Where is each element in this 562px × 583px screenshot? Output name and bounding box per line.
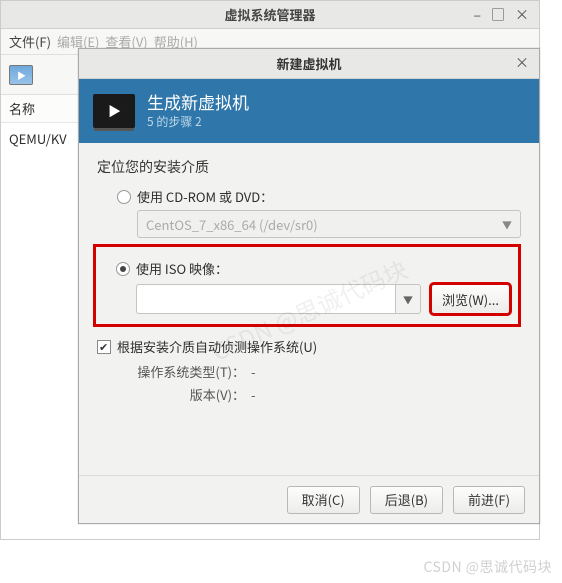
dialog-title: 新建虚拟机 (79, 54, 539, 73)
radio-iso-label: 使用 ISO 映像： (136, 259, 228, 278)
dialog-titlebar: 新建虚拟机 × (79, 49, 539, 79)
radio-cdrom-row[interactable]: 使用 CD-ROM 或 DVD： (117, 187, 521, 206)
section-label: 定位您的安装介质 (97, 157, 521, 177)
dialog-close-icon[interactable]: × (513, 53, 531, 71)
autodetect-row[interactable]: 根据安装介质自动侦测操作系统(U) (97, 337, 521, 356)
dialog-header-step: 5 的步骤 2 (147, 113, 249, 130)
dialog-header-text: 生成新虚拟机 5 的步骤 2 (147, 92, 249, 129)
chevron-down-icon[interactable]: ▼ (395, 284, 421, 314)
radio-cdrom-label: 使用 CD-ROM 或 DVD： (137, 187, 273, 206)
menu-file[interactable]: 文件(F) (9, 32, 51, 51)
back-button[interactable]: 后退(B) (370, 486, 443, 514)
cdrom-combo: CentOS_7_x86_64 (/dev/sr0) ▼ (137, 210, 521, 238)
autodetect-label: 根据安装介质自动侦测操作系统(U) (117, 337, 317, 356)
os-type-row: 操作系统类型(T)： - (121, 362, 521, 381)
version-label: 版本(V)： (121, 385, 251, 404)
iso-path-input[interactable] (136, 284, 395, 314)
os-type-label: 操作系统类型(T)： (121, 362, 251, 381)
main-window-title: 虚拟系统管理器 (1, 5, 539, 24)
cdrom-value: CentOS_7_x86_64 (/dev/sr0) (146, 215, 318, 234)
watermark: CSDN @思诚代码块 (423, 557, 552, 577)
radio-cdrom[interactable] (117, 190, 131, 204)
dialog-header: 生成新虚拟机 5 的步骤 2 (79, 79, 539, 143)
dialog-body: CSDN @思诚代码块 定位您的安装介质 使用 CD-ROM 或 DVD： Ce… (79, 143, 539, 475)
dialog-footer: 取消(C) 后退(B) 前进(F) (79, 475, 539, 523)
cancel-button[interactable]: 取消(C) (287, 486, 360, 514)
close-icon[interactable]: × (515, 5, 529, 25)
window-controls: – □ × (473, 1, 535, 29)
version-value: - (251, 385, 256, 404)
maximize-icon[interactable]: □ (491, 5, 505, 25)
minimize-icon[interactable]: – (473, 5, 481, 25)
iso-row: ▼ 浏览(W)... (136, 284, 510, 314)
vm-icon (93, 94, 135, 128)
main-titlebar: 虚拟系统管理器 – □ × (1, 1, 539, 29)
iso-combo[interactable]: ▼ (136, 284, 421, 314)
version-row: 版本(V)： - (121, 385, 521, 404)
new-vm-icon[interactable] (9, 65, 33, 85)
os-type-value: - (251, 362, 256, 381)
highlight-box: 使用 ISO 映像： ▼ 浏览(W)... (93, 244, 521, 327)
chevron-down-icon: ▼ (502, 217, 512, 232)
new-vm-dialog: 新建虚拟机 × 生成新虚拟机 5 的步骤 2 CSDN @思诚代码块 定位您的安… (78, 48, 540, 524)
autodetect-checkbox[interactable] (97, 340, 111, 354)
radio-iso-row[interactable]: 使用 ISO 映像： (116, 259, 510, 278)
browse-button[interactable]: 浏览(W)... (431, 284, 510, 314)
dialog-header-title: 生成新虚拟机 (147, 92, 249, 112)
forward-button[interactable]: 前进(F) (453, 486, 525, 514)
radio-iso[interactable] (116, 262, 130, 276)
